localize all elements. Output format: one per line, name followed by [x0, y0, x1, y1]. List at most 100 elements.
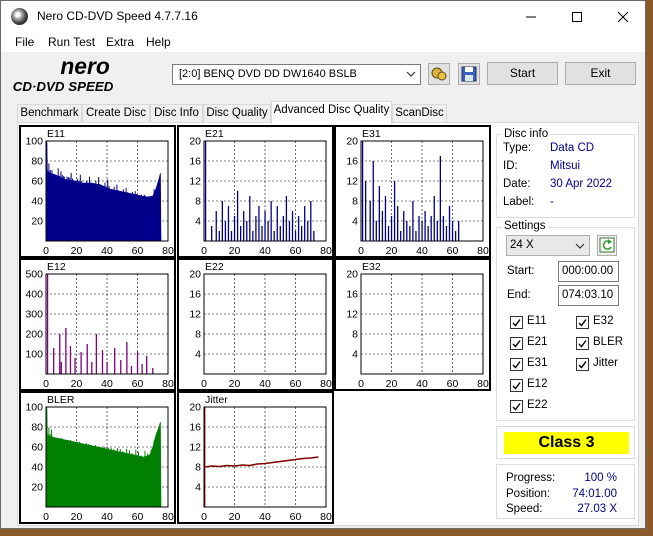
disc-label-label: Label: — [503, 196, 535, 208]
x-tick-label: 60 — [132, 378, 144, 389]
series-spike — [227, 206, 230, 241]
y-tick-label: 20 — [31, 216, 43, 228]
series-spike — [418, 216, 420, 241]
refresh-speed-button[interactable] — [597, 235, 617, 256]
maximize-button[interactable] — [554, 1, 600, 32]
tab-benchmark[interactable]: Benchmark — [17, 104, 82, 123]
menu-bar: File Run Test Extra Help — [1, 32, 645, 52]
chart-plot-group: 100 200 300 400 500 0 20 40 60 80 E12 — [25, 261, 174, 389]
progress-value: 100 % — [584, 472, 617, 484]
series-spike — [445, 226, 448, 241]
x-tick-label: 60 — [290, 511, 302, 522]
check-icon[interactable] — [510, 358, 523, 371]
series-spike — [406, 221, 408, 241]
menu-run-test[interactable]: Run Test — [48, 35, 95, 49]
series-spike — [221, 201, 223, 241]
y-tick-label: 400 — [25, 289, 43, 301]
series-spike — [246, 221, 248, 241]
save-button[interactable] — [458, 63, 480, 85]
series-spike — [211, 226, 213, 241]
x-tick-label: 20 — [229, 245, 241, 256]
series-spike — [74, 358, 76, 374]
y-tick-label: 20 — [189, 269, 201, 281]
y-tick-label: 200 — [25, 329, 43, 341]
check-icon[interactable] — [510, 316, 523, 329]
drive-settings-icon — [431, 67, 447, 81]
tab-scandisc[interactable]: ScanDisc — [392, 104, 447, 123]
chart-svg-e32: 4 8 12 16 20 0 20 40 60 80 E32 — [346, 261, 489, 389]
minimize-button[interactable] — [508, 1, 554, 32]
end-label: End: — [507, 289, 531, 301]
series-spike — [361, 141, 364, 241]
x-tick-label: 20 — [71, 378, 83, 389]
speed-label: Speed: — [506, 503, 543, 515]
series-spike — [424, 211, 426, 241]
exit-button[interactable]: Exit — [565, 62, 636, 85]
tab-disc-info[interactable]: Disc Info — [150, 104, 203, 123]
app-window: Nero CD-DVD Speed 4.7.7.16 File Run Test… — [0, 0, 646, 529]
minimize-icon — [526, 16, 536, 18]
x-tick-label: 40 — [101, 245, 113, 256]
tab-disc-quality[interactable]: Disc Quality — [203, 104, 271, 123]
x-tick-label: 20 — [386, 245, 398, 256]
chart-plot-group: 4 8 12 16 20 0 20 40 60 80 E22 — [189, 261, 332, 389]
x-tick-label: 0 — [358, 245, 364, 256]
x-tick-label: 60 — [447, 245, 459, 256]
close-button[interactable] — [600, 1, 646, 32]
x-tick-label: 80 — [162, 378, 174, 389]
y-tick-label: 12 — [346, 309, 358, 321]
y-tick-label: 16 — [189, 289, 201, 301]
check-icon[interactable] — [510, 379, 523, 392]
chart-title: E31 — [362, 128, 381, 140]
check-icon[interactable] — [576, 358, 589, 371]
check-icon[interactable] — [576, 316, 589, 329]
settings-title: Settings — [502, 220, 548, 232]
disc-label-value: - — [550, 196, 554, 208]
start-button[interactable]: Start — [487, 62, 558, 85]
series-spike — [243, 211, 245, 241]
check-icon[interactable] — [510, 337, 523, 350]
series-spike — [279, 226, 281, 241]
chart-title: BLER — [47, 394, 75, 406]
y-tick-label: 20 — [346, 269, 358, 281]
series-spike — [106, 362, 108, 374]
y-tick-label: 16 — [189, 156, 201, 168]
check-icon[interactable] — [576, 337, 589, 350]
y-tick-label: 4 — [352, 216, 358, 228]
speed-select-value: 24 X — [510, 239, 534, 251]
series-spike — [448, 206, 451, 241]
x-tick-label: 20 — [229, 511, 241, 522]
chart-svg-e12: 100 200 300 400 500 0 20 40 60 80 E12 — [25, 261, 174, 389]
y-tick-label: 20 — [189, 402, 201, 414]
y-tick-label: 20 — [346, 136, 358, 148]
x-tick-label: 60 — [290, 245, 302, 256]
series-spike — [236, 191, 239, 241]
start-time-input[interactable]: 000:00.00 — [558, 261, 619, 282]
check-icon[interactable] — [510, 400, 523, 413]
series-spike — [387, 226, 390, 241]
menu-help[interactable]: Help — [146, 35, 171, 49]
tab-create-disc[interactable]: Create Disc — [82, 104, 150, 123]
series-spike — [301, 226, 303, 241]
series-spike — [381, 211, 384, 241]
speed-select[interactable]: 24 X — [506, 235, 590, 256]
tab-advanced-disc-quality[interactable]: Advanced Disc Quality — [271, 101, 392, 124]
chart-svg-e11: 20 40 60 80 100 0 20 40 60 80 E11 — [25, 128, 174, 256]
series-spike — [372, 161, 374, 241]
x-tick-label: 40 — [259, 378, 271, 389]
drive-info-button[interactable] — [428, 63, 450, 85]
series-spike — [215, 211, 217, 241]
logo-nero-text: nero — [60, 55, 110, 79]
series-spike — [427, 226, 429, 241]
drive-select[interactable]: [2:0] BENQ DVD DD DW1640 BSLB — [172, 64, 421, 85]
progress-label: Progress: — [506, 472, 556, 484]
checkbox-label: E32 — [593, 315, 614, 327]
end-time-input[interactable]: 074:03.10 — [558, 285, 619, 306]
x-tick-label: 80 — [162, 511, 174, 522]
series-spike — [264, 211, 266, 241]
y-tick-label: 8 — [195, 196, 201, 208]
menu-extra[interactable]: Extra — [106, 35, 134, 49]
y-tick-label: 8 — [352, 329, 358, 341]
x-tick-label: 40 — [416, 378, 428, 389]
menu-file[interactable]: File — [15, 35, 34, 49]
